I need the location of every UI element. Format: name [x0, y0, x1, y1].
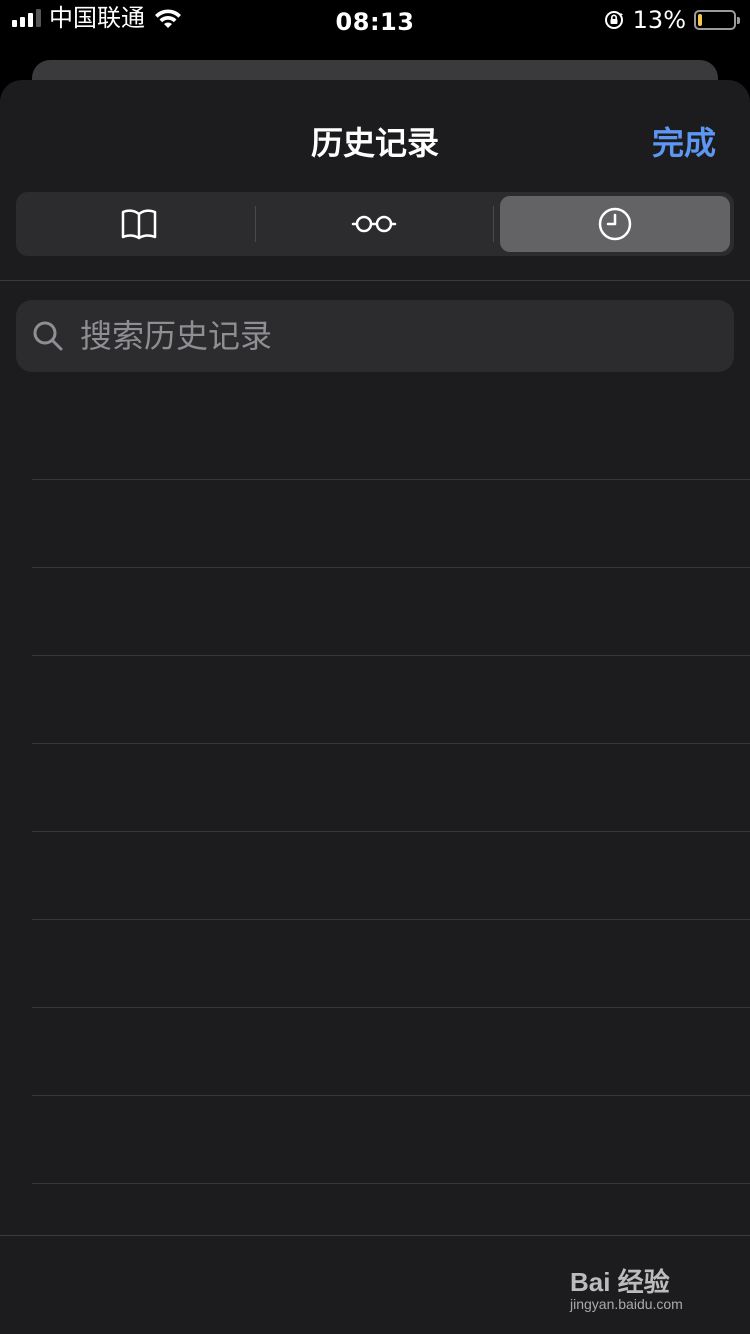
history-list: [0, 80, 750, 1334]
battery-percent: 13%: [632, 6, 686, 34]
header-separator: [0, 280, 750, 281]
watermark-url: jingyan.baidu.com: [570, 1296, 683, 1312]
page-title: 历史记录: [310, 124, 439, 162]
glasses-icon: [351, 215, 397, 233]
list-row-separator: [32, 1095, 750, 1096]
watermark-brand: Bai 经验: [570, 1267, 670, 1297]
list-row-separator: [32, 919, 750, 920]
rotation-lock-icon: [604, 11, 623, 29]
tab-bookmarks[interactable]: [24, 196, 254, 252]
search-bar[interactable]: [16, 300, 734, 372]
segment-divider: [493, 206, 494, 242]
book-icon: [121, 209, 157, 240]
tab-reading-list[interactable]: [259, 196, 489, 252]
library-segmented-control: [16, 192, 734, 256]
search-input[interactable]: [78, 316, 682, 356]
list-row-separator: [32, 743, 750, 744]
segment-divider: [255, 206, 256, 242]
clock-icon: [598, 207, 632, 241]
status-bar: 中国联通 08:13 13%: [0, 0, 750, 40]
history-sheet: 历史记录 完成 搜索历史记录 Bai 经验 jingyan.baidu.com: [0, 80, 750, 1334]
watermark-logo: Bai 经验 jingyan.baidu.com: [570, 1258, 710, 1318]
done-button[interactable]: 完成: [652, 118, 716, 164]
list-row-separator: [32, 479, 750, 480]
list-row-separator: [32, 1183, 750, 1184]
list-row-separator: [32, 831, 750, 832]
search-icon: [33, 321, 63, 351]
list-row-separator: [32, 655, 750, 656]
battery-fill: [698, 14, 702, 26]
list-row-separator: [32, 567, 750, 568]
battery-icon: [694, 10, 740, 30]
tab-history[interactable]: [500, 196, 730, 252]
status-right: 13%: [603, 6, 740, 34]
list-row-separator: [32, 1007, 750, 1008]
